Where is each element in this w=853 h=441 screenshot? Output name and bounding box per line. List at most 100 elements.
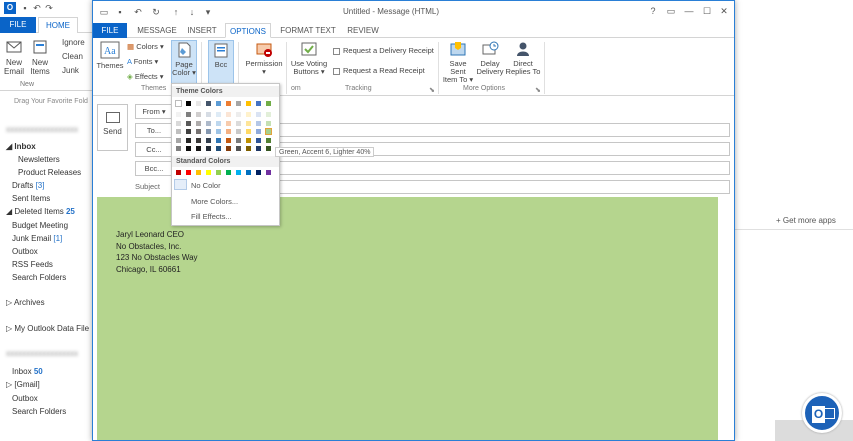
theme-shade-swatch[interactable] bbox=[265, 128, 272, 135]
theme-shade-swatch[interactable] bbox=[175, 119, 182, 127]
request-read-receipt-checkbox[interactable]: Request a Read Receipt bbox=[333, 65, 425, 76]
theme-shade-swatch[interactable] bbox=[245, 128, 252, 135]
theme-shade-swatch[interactable] bbox=[205, 145, 212, 152]
theme-color-swatch[interactable] bbox=[175, 100, 182, 107]
theme-color-swatch[interactable] bbox=[185, 100, 192, 107]
folder-product-releases[interactable]: Product Releases bbox=[18, 168, 81, 177]
theme-shade-swatch[interactable] bbox=[185, 111, 192, 118]
cc-button[interactable]: Cc... bbox=[135, 142, 173, 157]
delay-delivery-button[interactable]: Delay Delivery bbox=[476, 40, 504, 76]
theme-shade-swatch[interactable] bbox=[265, 145, 272, 152]
theme-shade-swatch[interactable] bbox=[265, 119, 272, 127]
theme-shade-swatch[interactable] bbox=[235, 128, 242, 135]
folder-outbox2[interactable]: Outbox bbox=[12, 394, 38, 403]
folder-junk-email[interactable]: Junk Email [1] bbox=[12, 234, 62, 243]
tab-file[interactable]: FILE bbox=[93, 23, 127, 38]
theme-shade-swatch[interactable] bbox=[185, 128, 192, 135]
theme-shade-swatch[interactable] bbox=[205, 136, 212, 144]
standard-color-swatch[interactable] bbox=[185, 169, 192, 176]
from-button[interactable]: From ▾ bbox=[135, 104, 173, 119]
request-delivery-receipt-checkbox[interactable]: Request a Delivery Receipt bbox=[333, 45, 434, 56]
theme-shade-swatch[interactable] bbox=[185, 136, 192, 144]
send-button[interactable]: Send bbox=[97, 104, 128, 151]
effects-button[interactable]: ◈ Effects ▾ bbox=[127, 71, 164, 82]
folder-gmail[interactable]: ▷ [Gmail] bbox=[6, 380, 40, 389]
theme-shade-swatch[interactable] bbox=[205, 119, 212, 127]
down-arrow-icon[interactable]: ↓ bbox=[187, 7, 197, 17]
theme-shade-swatch[interactable] bbox=[215, 145, 222, 152]
standard-color-swatch[interactable] bbox=[265, 169, 272, 176]
theme-shade-swatch[interactable] bbox=[255, 111, 262, 118]
customize-icon[interactable]: ▾ bbox=[203, 7, 213, 17]
theme-shade-swatch[interactable] bbox=[245, 145, 252, 152]
theme-shade-swatch[interactable] bbox=[195, 136, 202, 144]
theme-color-swatch[interactable] bbox=[215, 100, 222, 107]
up-arrow-icon[interactable]: ↑ bbox=[171, 7, 181, 17]
folder-archives[interactable]: ▷ Archives bbox=[6, 298, 45, 307]
tab-review[interactable]: REVIEW bbox=[343, 23, 383, 38]
permission-button[interactable]: Permission ▾ bbox=[244, 40, 284, 76]
save-icon[interactable]: ▪ bbox=[115, 7, 125, 17]
theme-shade-swatch[interactable] bbox=[215, 128, 222, 135]
theme-color-swatch[interactable] bbox=[245, 100, 252, 107]
help-button[interactable]: ? bbox=[646, 5, 660, 17]
theme-shade-swatch[interactable] bbox=[185, 119, 192, 127]
save-sent-item-to-button[interactable]: Save Sent Item To ▾ bbox=[441, 40, 475, 84]
theme-shade-swatch[interactable] bbox=[215, 119, 222, 127]
theme-color-swatch[interactable] bbox=[205, 100, 212, 107]
main-tab-home[interactable]: HOME bbox=[38, 17, 78, 33]
bcc-toggle-button[interactable]: Bcc bbox=[208, 40, 234, 84]
ignore-button[interactable]: Ignore bbox=[62, 37, 85, 48]
tab-message[interactable]: MESSAGE bbox=[135, 23, 179, 38]
theme-shade-swatch[interactable] bbox=[235, 136, 242, 144]
folder-my-outlook-data[interactable]: ▷ My Outlook Data File bbox=[6, 324, 89, 333]
standard-color-swatch[interactable] bbox=[195, 169, 202, 176]
theme-shade-swatch[interactable] bbox=[175, 136, 182, 144]
theme-shade-swatch[interactable] bbox=[215, 111, 222, 118]
theme-shade-swatch[interactable] bbox=[225, 136, 232, 144]
account-name[interactable]: xxxxxxxxxxxxxxxxxx bbox=[6, 125, 78, 134]
theme-color-swatch[interactable] bbox=[265, 100, 272, 107]
theme-shade-swatch[interactable] bbox=[255, 145, 262, 152]
get-more-apps-link[interactable]: + Get more apps bbox=[776, 216, 836, 225]
fonts-button[interactable]: A Fonts ▾ bbox=[127, 56, 158, 67]
folder-drafts[interactable]: Drafts [3] bbox=[12, 181, 44, 190]
theme-shade-swatch[interactable] bbox=[205, 111, 212, 118]
theme-shade-swatch[interactable] bbox=[225, 119, 232, 127]
theme-shade-swatch[interactable] bbox=[175, 111, 182, 118]
more-colors-option[interactable]: More Colors... bbox=[191, 197, 238, 206]
close-button[interactable]: ✕ bbox=[717, 5, 731, 17]
body-scrollbar[interactable] bbox=[720, 197, 734, 440]
theme-shade-swatch[interactable] bbox=[265, 136, 272, 144]
standard-color-swatch[interactable] bbox=[175, 169, 182, 176]
tab-format-text[interactable]: FORMAT TEXT bbox=[277, 23, 339, 38]
theme-shade-swatch[interactable] bbox=[225, 111, 232, 118]
standard-color-swatch[interactable] bbox=[205, 169, 212, 176]
theme-shade-swatch[interactable] bbox=[235, 111, 242, 118]
folder-outbox[interactable]: Outbox bbox=[12, 247, 38, 256]
theme-shade-swatch[interactable] bbox=[195, 128, 202, 135]
maximize-button[interactable]: ☐ bbox=[700, 5, 714, 17]
theme-shade-swatch[interactable] bbox=[255, 128, 262, 135]
clean-up-button[interactable]: Clean bbox=[62, 51, 83, 62]
minimize-button[interactable]: — bbox=[682, 5, 696, 17]
theme-shade-swatch[interactable] bbox=[175, 128, 182, 135]
standard-color-swatch[interactable] bbox=[245, 169, 252, 176]
account2-name[interactable]: xxxxxxxxxxxxxxxxxx bbox=[6, 349, 78, 358]
theme-color-swatch[interactable] bbox=[235, 100, 242, 107]
theme-shade-swatch[interactable] bbox=[245, 111, 252, 118]
theme-shade-swatch[interactable] bbox=[175, 145, 182, 152]
use-voting-buttons-button[interactable]: Use Voting Buttons ▾ bbox=[289, 40, 329, 76]
theme-shade-swatch[interactable] bbox=[245, 119, 252, 127]
ribbon-display-button[interactable]: ▭ bbox=[664, 5, 678, 17]
redo-icon[interactable]: ↻ bbox=[151, 7, 161, 17]
folder-inbox2[interactable]: Inbox 50 bbox=[12, 367, 43, 376]
theme-shade-swatch[interactable] bbox=[235, 119, 242, 127]
theme-shade-swatch[interactable] bbox=[255, 136, 262, 144]
folder-sent-items[interactable]: Sent Items bbox=[12, 194, 50, 203]
theme-shade-swatch[interactable] bbox=[225, 128, 232, 135]
undo-icon[interactable]: ↶ bbox=[133, 7, 143, 17]
folder-newsletters[interactable]: Newsletters bbox=[18, 155, 60, 164]
standard-color-swatch[interactable] bbox=[255, 169, 262, 176]
bcc-button[interactable]: Bcc... bbox=[135, 161, 173, 176]
